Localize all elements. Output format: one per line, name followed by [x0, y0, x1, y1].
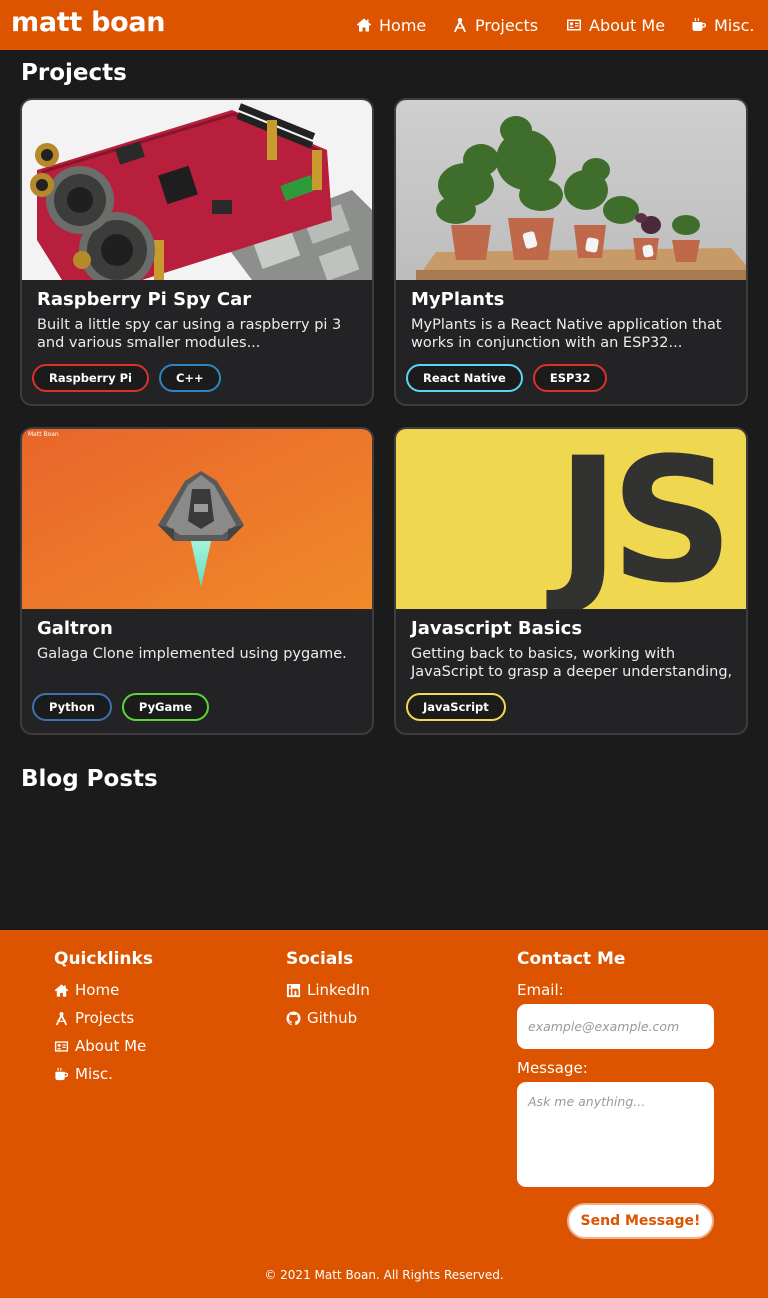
message-field[interactable]: [517, 1082, 714, 1187]
contact-heading: Contact Me: [517, 949, 626, 969]
project-card-galtron[interactable]: Matt Boan Galtron Galaga Clone implement…: [20, 427, 374, 735]
tag-python[interactable]: Python: [32, 693, 112, 721]
footer-link-linkedin[interactable]: LinkedIn: [286, 981, 370, 999]
javascript-logo-image: JS: [396, 429, 746, 609]
quicklinks-heading: Quicklinks: [54, 949, 153, 969]
js-logo-text: JS: [556, 429, 734, 609]
footer-link-label: Misc.: [75, 1065, 113, 1083]
coffee-mug-icon: [692, 17, 706, 31]
raspberry-pi-board-image: [22, 100, 372, 280]
card-title: Raspberry Pi Spy Car: [37, 289, 252, 310]
top-navbar: matt boan Home Projects About Me Misc.: [0, 0, 768, 50]
card-title: MyPlants: [411, 289, 505, 310]
nav-item-home[interactable]: Home: [356, 15, 426, 35]
tag-raspberry-pi[interactable]: Raspberry Pi: [32, 364, 149, 392]
footer-link-label: Projects: [75, 1009, 135, 1027]
socials-heading: Socials: [286, 949, 354, 969]
footer-link-label: About Me: [75, 1037, 147, 1055]
tag-react-native[interactable]: React Native: [406, 364, 523, 392]
tag-list: React Native ESP32: [406, 364, 608, 392]
id-card-icon: [54, 1040, 69, 1052]
footer-link-home[interactable]: Home: [54, 981, 119, 999]
card-title: Galtron: [37, 618, 113, 639]
spaceship-game-image: [22, 429, 372, 609]
copyright-text: © 2021 Matt Boan. All Rights Reserved.: [264, 1268, 504, 1282]
nav-item-label: Projects: [475, 15, 539, 35]
id-card-icon: [567, 19, 581, 31]
message-label: Message:: [517, 1059, 588, 1077]
footer-link-about-me[interactable]: About Me: [54, 1037, 146, 1055]
footer-link-label: Home: [75, 981, 120, 999]
github-icon: [286, 1010, 301, 1025]
site-footer: Quicklinks Home Projects About Me Misc. …: [0, 930, 768, 1298]
tag-esp32[interactable]: ESP32: [532, 364, 608, 392]
footer-link-misc[interactable]: Misc.: [54, 1065, 113, 1083]
potted-plants-image: [396, 100, 746, 280]
email-field[interactable]: [517, 1004, 714, 1049]
coffee-mug-icon: [55, 1067, 69, 1080]
card-description: Galaga Clone implemented using pygame.: [37, 646, 347, 662]
projects-heading: Projects: [21, 60, 127, 86]
tag-cpp[interactable]: C++: [158, 364, 221, 392]
nav-item-label: Misc.: [714, 15, 755, 35]
tag-list: Raspberry Pi C++: [32, 364, 221, 392]
card-description: MyPlants is a React Native application t…: [411, 317, 722, 351]
card-description: Built a little spy car using a raspberry…: [37, 317, 342, 351]
tag-javascript[interactable]: JavaScript: [406, 693, 506, 721]
blog-posts-heading: Blog Posts: [21, 766, 158, 792]
project-card-myplants[interactable]: MyPlants MyPlants is a React Native appl…: [394, 98, 748, 406]
home-icon: [54, 983, 69, 997]
footer-link-projects[interactable]: Projects: [54, 1009, 134, 1027]
project-card-javascript-basics[interactable]: JS Javascript Basics Getting back to bas…: [394, 427, 748, 735]
nav-item-misc[interactable]: Misc.: [691, 15, 754, 35]
project-card-spy-car[interactable]: Raspberry Pi Spy Car Built a little spy …: [20, 98, 374, 406]
tag-pygame[interactable]: PyGame: [121, 693, 210, 721]
site-brand[interactable]: matt boan: [11, 7, 165, 38]
card-description: Getting back to basics, working with Jav…: [411, 646, 733, 680]
linkedin-icon: [286, 983, 301, 997]
compass-drafting-icon: [55, 1011, 68, 1025]
nav-item-about-me[interactable]: About Me: [566, 15, 665, 35]
home-icon: [356, 18, 372, 32]
nav-item-projects[interactable]: Projects: [452, 15, 538, 35]
footer-link-github[interactable]: Github: [286, 1009, 357, 1027]
send-message-button[interactable]: Send Message!: [567, 1203, 714, 1239]
tag-list: Python PyGame: [32, 693, 210, 721]
footer-link-label: Github: [307, 1009, 358, 1027]
nav-item-label: Home: [379, 15, 427, 35]
nav-item-label: About Me: [589, 15, 666, 35]
compass-drafting-icon: [454, 18, 466, 33]
email-label: Email:: [517, 981, 564, 999]
footer-link-label: LinkedIn: [307, 981, 370, 999]
tag-list: JavaScript: [406, 693, 506, 721]
card-title: Javascript Basics: [411, 618, 583, 639]
image-caption: Matt Boan: [28, 431, 59, 438]
